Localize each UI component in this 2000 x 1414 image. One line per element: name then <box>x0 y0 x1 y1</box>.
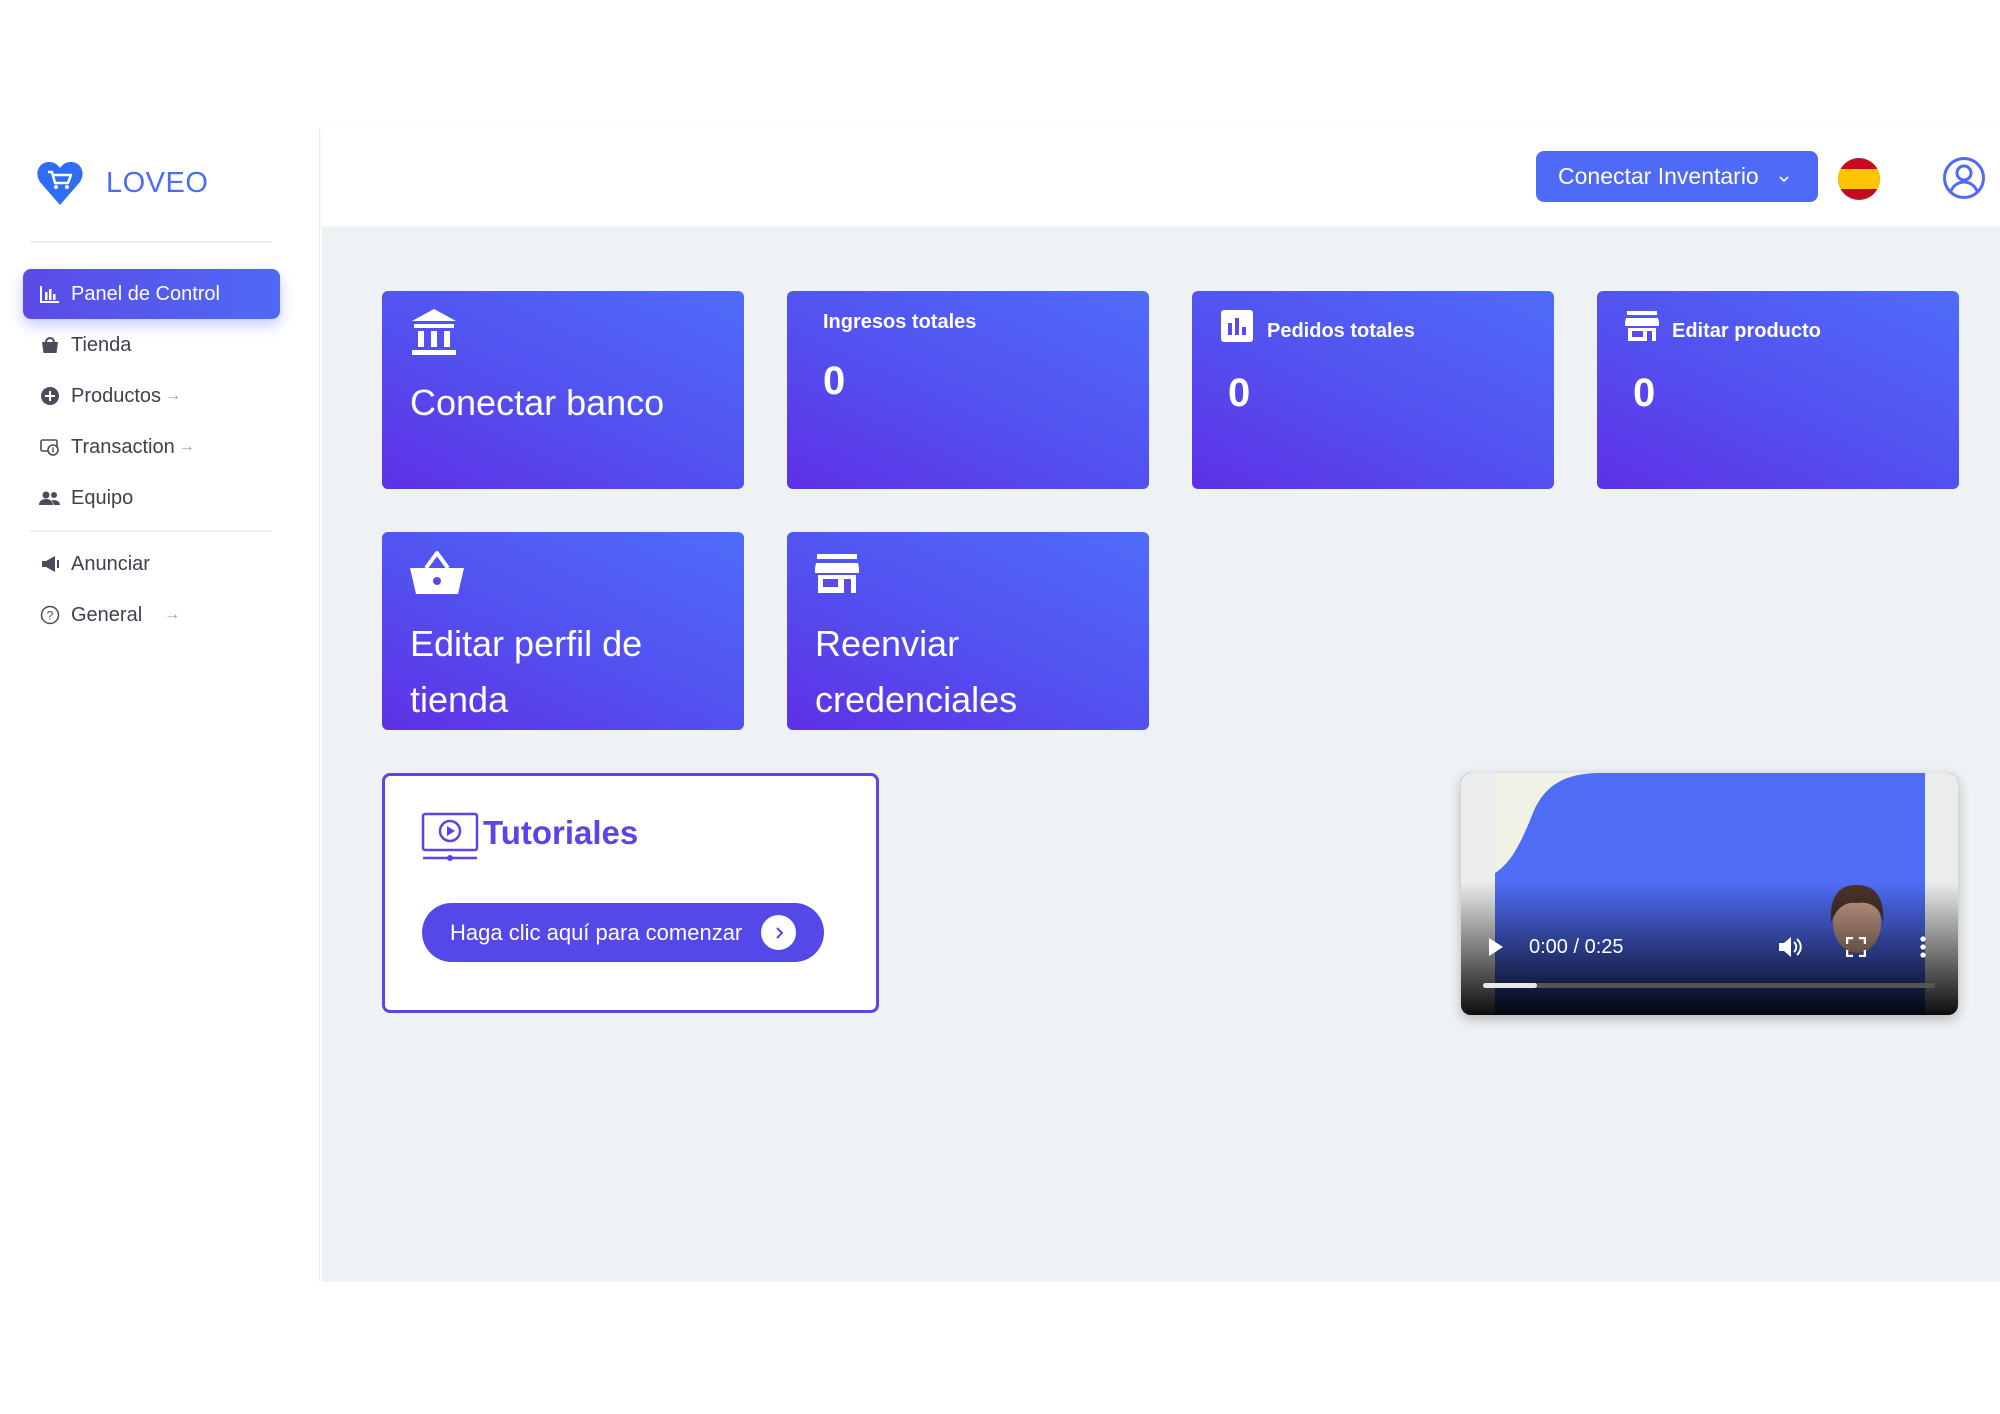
sidebar-item-label: Transaction <box>71 435 175 458</box>
start-tutorial-button[interactable]: Haga clic aquí para comenzar <box>422 903 824 962</box>
plus-circle-icon <box>39 385 61 407</box>
cart-heart-logo-icon <box>37 162 83 205</box>
edit-product-label: Editar producto <box>1672 320 1821 342</box>
user-circle-icon[interactable] <box>1942 156 1986 200</box>
edit-product-value: 0 <box>1633 371 1656 415</box>
arrow-right-icon: → <box>164 606 181 623</box>
shopping-bag-icon <box>39 334 61 356</box>
connect-inventory-button[interactable]: Conectar Inventario <box>1536 151 1818 202</box>
brand-name: LOVEO <box>106 166 209 199</box>
sidebar-divider <box>30 241 272 243</box>
sidebar-item-equipo[interactable]: Equipo <box>23 473 280 523</box>
video-player[interactable]: 0:00 / 0:25 <box>1461 773 1958 1015</box>
chevron-down-icon <box>1777 163 1791 190</box>
team-icon <box>39 487 61 509</box>
volume-icon[interactable] <box>1777 935 1803 964</box>
sidebar-item-label: Anunciar <box>71 552 150 575</box>
sidebar: LOVEO Panel de Control Tienda Productos … <box>0 128 320 1282</box>
arrow-right-icon: → <box>178 438 195 455</box>
video-progress-bar[interactable] <box>1483 983 1935 988</box>
video-progress-fill <box>1483 983 1538 988</box>
total-orders-card[interactable]: Pedidos totales 0 <box>1192 291 1554 489</box>
brand-logo[interactable]: LOVEO <box>36 160 208 206</box>
total-orders-value: 0 <box>1228 371 1251 415</box>
edit-store-profile-card[interactable]: Editar perfil de tienda <box>382 532 744 730</box>
resend-credentials-label: Reenviar credenciales <box>815 623 1018 720</box>
sidebar-item-panel-de-control[interactable]: Panel de Control <box>23 269 280 319</box>
resend-credentials-card[interactable]: Reenviar credenciales <box>787 532 1149 730</box>
dashboard-main: Conectar banco Ingresos totales 0 Pedido… <box>322 227 2000 1282</box>
start-tutorial-label: Haga clic aquí para comenzar <box>450 919 743 945</box>
sidebar-item-productos[interactable]: Productos → <box>23 371 280 421</box>
total-income-card[interactable]: Ingresos totales 0 <box>787 291 1149 489</box>
bank-icon <box>410 307 458 362</box>
sidebar-item-label: General <box>71 603 143 626</box>
video-frame <box>1461 773 1958 1015</box>
sidebar-item-tienda[interactable]: Tienda <box>23 320 280 370</box>
total-orders-label: Pedidos totales <box>1267 320 1415 342</box>
total-income-value: 0 <box>823 359 846 403</box>
basket-icon <box>410 550 464 601</box>
top-header: Conectar Inventario <box>322 128 2000 226</box>
money-transfer-icon <box>39 436 61 458</box>
video-tutorial-icon <box>421 812 479 867</box>
edit-product-card[interactable]: Editar producto 0 <box>1597 291 1959 489</box>
megaphone-icon <box>39 553 61 575</box>
sidebar-item-label: Equipo <box>71 486 134 509</box>
sidebar-item-transaction[interactable]: Transaction → <box>23 422 280 472</box>
total-income-label: Ingresos totales <box>823 311 977 333</box>
spain-flag-icon[interactable] <box>1838 158 1880 200</box>
sidebar-item-label: Productos <box>71 384 162 407</box>
tutorials-title: Tutoriales <box>483 814 639 851</box>
sidebar-item-label: Tienda <box>71 333 132 356</box>
arrow-right-icon: → <box>165 387 182 404</box>
edit-store-profile-label: Editar perfil de tienda <box>410 623 643 720</box>
bar-chart-icon <box>39 283 61 305</box>
play-icon[interactable] <box>1487 937 1505 962</box>
sidebar-item-label: Panel de Control <box>71 282 220 305</box>
tutorials-panel: Tutoriales Haga clic aquí para comenzar <box>382 773 879 1013</box>
sidebar-item-anunciar[interactable]: Anunciar <box>23 539 280 589</box>
connect-bank-label: Conectar banco <box>410 382 665 423</box>
video-time: 0:00 / 0:25 <box>1529 936 1624 958</box>
connect-inventory-label: Conectar Inventario <box>1558 163 1759 189</box>
store-icon <box>814 554 860 599</box>
store-icon <box>1624 311 1660 346</box>
help-circle-icon: ? <box>39 604 61 626</box>
chevron-right-icon <box>761 915 796 950</box>
fullscreen-icon[interactable] <box>1845 936 1867 962</box>
sidebar-item-general[interactable]: ? General → <box>23 590 280 640</box>
more-options-icon[interactable] <box>1919 935 1927 964</box>
svg-text:?: ? <box>47 609 54 623</box>
sidebar-divider <box>30 530 272 532</box>
chart-square-icon <box>1221 310 1253 347</box>
connect-bank-card[interactable]: Conectar banco <box>382 291 744 489</box>
